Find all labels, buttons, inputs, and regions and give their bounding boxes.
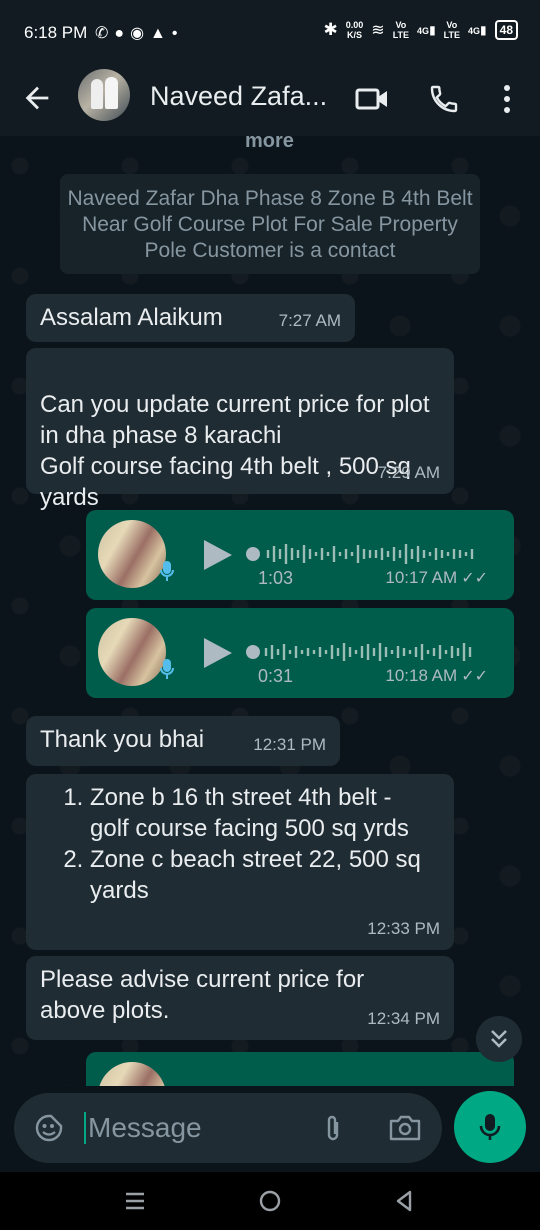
sim1-vo: Vo — [395, 20, 407, 30]
avatar-figure — [91, 79, 103, 109]
double-check-icon: ✓✓ — [461, 668, 488, 685]
sticker-icon[interactable] — [34, 1113, 64, 1143]
voice-message[interactable]: 0:31 10:18 AM ✓✓ — [86, 608, 514, 698]
contact-info-notice[interactable]: Naveed Zafar Dha Phase 8 Zone B 4th Belt… — [60, 174, 480, 274]
sim1-gen: 4G — [417, 26, 430, 36]
sim1-lte: LTE — [392, 30, 410, 40]
sim2-vo: Vo — [446, 20, 458, 30]
wifi-icon: ≋ — [371, 22, 385, 39]
chat-header: Naveed Zafa... — [0, 64, 540, 136]
sender-photo — [98, 618, 166, 686]
sim1-label: Vo LTE — [393, 20, 409, 40]
notification-icons: ✆●◉▲• — [95, 23, 184, 43]
sim2-signal-icon: 4G▮ — [468, 23, 487, 37]
message-time: 12:31 PM — [253, 735, 326, 754]
more-options-icon[interactable] — [498, 82, 516, 116]
network-speed: 0.00 K/S — [346, 20, 364, 40]
sim2-lte: LTE — [443, 30, 461, 40]
back-nav-icon[interactable] — [394, 1189, 414, 1213]
message-time: 7:29 AM — [377, 463, 440, 482]
message-text: Thank you bhai — [40, 726, 205, 753]
mic-icon — [160, 659, 174, 679]
list-item: Zone c beach street 22, 500 sq yards — [90, 844, 430, 906]
message-text: Can you update current price for plot in… — [40, 391, 430, 511]
message-list: Zone b 16 th street 4th belt - golf cour… — [40, 782, 430, 906]
message-incoming[interactable]: Zone b 16 th street 4th belt - golf cour… — [26, 774, 454, 950]
voice-record-button[interactable] — [454, 1091, 526, 1163]
camera-icon[interactable] — [388, 1113, 422, 1143]
sim2-label: Vo LTE — [444, 20, 460, 40]
sender-photo — [98, 520, 166, 588]
double-check-icon: ✓✓ — [461, 570, 488, 587]
chat-notification-icon: ● — [114, 25, 131, 42]
message-input[interactable]: Message — [88, 1112, 202, 1144]
message-time: 10:17 AM ✓✓ — [385, 562, 488, 594]
recent-apps-icon[interactable] — [124, 1190, 146, 1212]
contact-name[interactable]: Naveed Zafa... — [150, 81, 340, 112]
list-item: Zone b 16 th street 4th belt - golf cour… — [90, 782, 430, 844]
sim2-gen: 4G — [468, 26, 481, 36]
message-input-bar[interactable]: Message — [14, 1093, 442, 1163]
scroll-down-button[interactable] — [476, 1016, 522, 1062]
text-cursor — [84, 1112, 86, 1144]
double-chevron-down-icon — [491, 1030, 507, 1048]
voice-duration: 0:31 — [258, 666, 294, 686]
message-time: 10:18 AM ✓✓ — [385, 660, 488, 692]
message-text: Please advise current price for above pl… — [40, 966, 365, 1024]
system-nav-bar — [0, 1172, 540, 1230]
chat-area[interactable]: more Naveed Zafar Dha Phase 8 Zone B 4th… — [0, 136, 540, 1086]
avatar[interactable] — [78, 69, 130, 121]
bluetooth-icon: ✱ — [323, 20, 338, 39]
voice-call-icon[interactable] — [428, 82, 460, 116]
more-label: more — [245, 136, 294, 152]
messenger-notification-icon: ◉ — [130, 25, 151, 42]
sender-photo — [98, 1062, 166, 1086]
play-icon[interactable] — [202, 636, 234, 670]
back-arrow-icon[interactable] — [20, 81, 54, 115]
message-incoming[interactable]: Can you update current price for plot in… — [26, 348, 454, 511]
attach-icon[interactable] — [320, 1114, 346, 1144]
dot-icon: • — [171, 25, 184, 42]
message-time-text: 10:17 AM — [385, 568, 458, 587]
whatsapp-notification-icon: ✆ — [95, 25, 115, 42]
video-call-icon[interactable] — [354, 82, 390, 116]
message-text: Assalam Alaikum — [40, 304, 223, 331]
mic-icon — [160, 561, 174, 581]
message-time-text: 10:18 AM — [385, 666, 458, 685]
play-icon[interactable] — [202, 538, 234, 572]
status-time: 6:18 PM — [24, 23, 88, 42]
speed-unit: K/S — [347, 30, 363, 40]
avatar-figure — [105, 77, 118, 109]
message-incoming[interactable]: Please advise current price for above pl… — [26, 956, 454, 1040]
home-icon[interactable] — [258, 1189, 282, 1213]
battery-icon: 48 — [494, 20, 518, 40]
message-time: 7:27 AM — [278, 311, 341, 330]
status-right: ✱ 0.00 K/S ≋ Vo LTE 4G▮ Vo LTE 4G▮ 48 — [324, 20, 518, 40]
speed-value: 0.00 — [345, 20, 364, 30]
message-incoming[interactable]: Assalam Alaikum 7:27 AM — [26, 294, 355, 342]
voice-message[interactable]: 1:03 10:17 AM ✓✓ — [86, 510, 514, 600]
voice-message-partial[interactable] — [86, 1052, 514, 1086]
message-time: 12:34 PM — [367, 1009, 440, 1028]
voice-duration: 1:03 — [258, 568, 294, 588]
status-bar: 6:18 PM ✆●◉▲• ✱ 0.00 K/S ≋ Vo LTE 4G▮ Vo LT… — [0, 0, 540, 64]
message-time: 12:33 PM — [367, 919, 440, 938]
message-incoming[interactable]: Thank you bhai 12:31 PM — [26, 716, 340, 766]
mic-icon — [479, 1114, 501, 1140]
sim1-signal-icon: 4G▮ — [417, 23, 436, 37]
warning-notification-icon: ▲ — [150, 25, 172, 42]
